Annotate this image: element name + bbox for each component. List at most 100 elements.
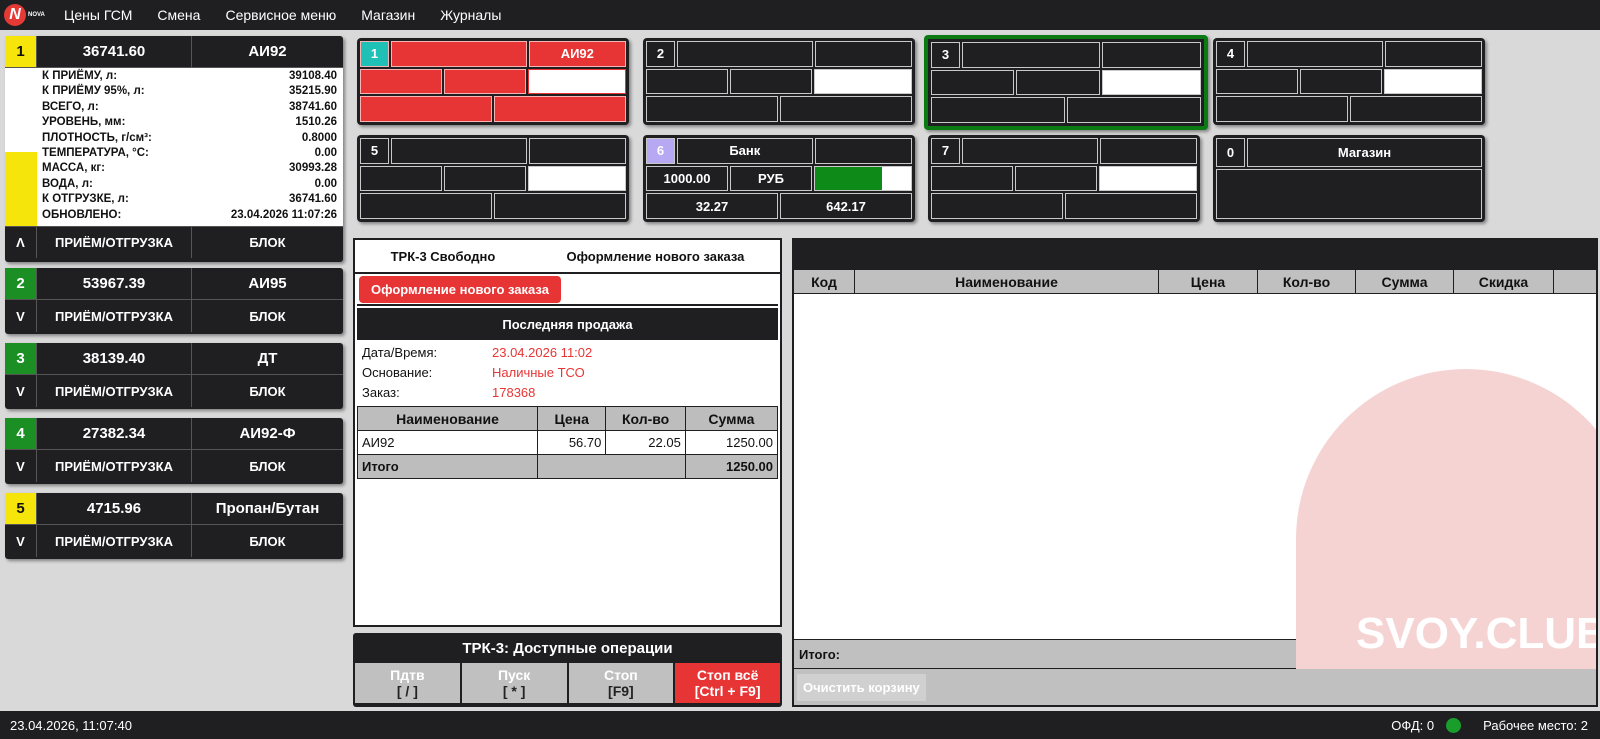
tank-number: 3 xyxy=(5,343,37,374)
pump-4[interactable]: 4 xyxy=(1213,38,1485,125)
menu-journals[interactable]: Журналы xyxy=(440,7,501,23)
clear-cart-button[interactable]: Очистить корзину xyxy=(797,673,926,701)
tank-volume: 53967.39 xyxy=(37,268,192,299)
expand-toggle[interactable]: V xyxy=(5,300,37,332)
param-value: 23.04.2026 11:07:26 xyxy=(230,208,337,221)
cart-panel: Код Наименование Цена Кол-во Сумма Скидк… xyxy=(792,238,1598,707)
menu-service[interactable]: Сервисное меню xyxy=(225,7,336,23)
tank-volume: 4715.96 xyxy=(37,493,192,524)
block-button[interactable]: БЛОК xyxy=(192,375,343,407)
pump-cell xyxy=(780,96,912,122)
param-label: МАССА, кг: xyxy=(42,162,105,175)
stop-all-button[interactable]: Стоп всё [Ctrl + F9] xyxy=(675,663,780,703)
pump-6-bank[interactable]: 6 Банк 1000.00 РУБ 32.27 642.17 xyxy=(643,135,915,222)
tank-volume: 36741.60 xyxy=(37,36,192,67)
pump-cell xyxy=(391,41,527,67)
receive-ship-button[interactable]: ПРИЁМ/ОТГРУЗКА xyxy=(37,227,192,258)
col-qty: Кол-во xyxy=(1258,270,1356,293)
pump-cell xyxy=(730,68,812,95)
value: Наличные ТСО xyxy=(492,364,585,380)
stop-button[interactable]: Стоп [F9] xyxy=(568,663,674,703)
tank-fuel: Пропан/Бутан xyxy=(215,500,320,517)
order-mode: Оформление нового заказа xyxy=(566,248,745,264)
expand-toggle[interactable]: V xyxy=(5,375,37,407)
pump-number: 7 xyxy=(931,138,960,164)
op-key: [F9] xyxy=(608,683,634,699)
param-value: 1510.26 xyxy=(295,116,337,129)
cart-items-area[interactable]: SVOY.CLUB xyxy=(794,294,1596,669)
pump-progress xyxy=(814,68,912,95)
pump-2[interactable]: 2 xyxy=(643,38,915,125)
pump-7[interactable]: 7 xyxy=(928,135,1200,222)
tank-number: 1 xyxy=(5,36,37,67)
receive-ship-button[interactable]: ПРИЁМ/ОТГРУЗКА xyxy=(37,450,192,482)
sale-info: Дата/Время: 23.04.2026 11:02 Основание: … xyxy=(355,340,780,402)
tank-param: ВОДА, л: 0.00 xyxy=(42,177,337,192)
pump-cell xyxy=(1216,169,1482,219)
col-sum: Сумма xyxy=(684,406,779,431)
pump-1[interactable]: 1 АИ92 xyxy=(357,38,629,125)
confirm-button[interactable]: Пдтв [ / ] xyxy=(355,663,460,703)
pump-cell xyxy=(962,42,1100,68)
pump-status: ТРК-3 Свободно xyxy=(390,248,496,264)
tank-details: К ПРИЁМУ, л: 39108.40 К ПРИЁМУ 95%, л: 3521… xyxy=(5,68,343,226)
cell-sum: 1250.00 xyxy=(684,430,779,455)
pump-cell xyxy=(360,68,442,95)
tank-fuel: АИ95 xyxy=(248,275,287,292)
sale-order-number: Заказ: 178368 xyxy=(355,382,780,402)
start-button[interactable]: Пуск [ * ] xyxy=(461,663,567,703)
tank-panel-2: 2 53967.39 АИ95 V ПРИЁМ/ОТГРУЗКА БЛОК xyxy=(5,268,343,334)
receive-ship-button[interactable]: ПРИЁМ/ОТГРУЗКА xyxy=(37,300,192,332)
total-label: Итого xyxy=(357,454,538,479)
block-button[interactable]: БЛОК xyxy=(192,450,343,482)
new-order-button[interactable]: Оформление нового заказа xyxy=(359,275,561,303)
pump-cell xyxy=(1065,193,1197,219)
block-button[interactable]: БЛОК xyxy=(192,227,343,258)
menu-shift[interactable]: Смена xyxy=(157,7,200,23)
pump-cell xyxy=(494,193,626,219)
pump-progress xyxy=(528,68,626,95)
receive-ship-button[interactable]: ПРИЁМ/ОТГРУЗКА xyxy=(37,525,192,557)
pump-cell xyxy=(360,193,492,219)
pump-value-b: 642.17 xyxy=(780,193,912,219)
block-button[interactable]: БЛОК xyxy=(192,525,343,557)
op-label: Стоп всё xyxy=(696,667,759,683)
menu-shop[interactable]: Магазин xyxy=(361,7,415,23)
pump-3-selected[interactable]: 3 xyxy=(924,35,1208,130)
tank-param: УРОВЕНЬ, мм: 1510.26 xyxy=(42,115,337,130)
pump-cell xyxy=(391,138,527,164)
watermark-logo: SVOY.CLUB xyxy=(1296,369,1596,669)
tank-level-fill xyxy=(5,151,37,226)
empty-cell xyxy=(605,454,686,479)
tank-number: 2 xyxy=(5,268,37,299)
tank-panel-5: 5 4715.96 Пропан/Бутан V ПРИЁМ/ОТГРУЗКА … xyxy=(5,493,343,559)
pump-cell xyxy=(1247,41,1383,67)
col-name: Наименование xyxy=(357,406,538,431)
op-key: [Ctrl + F9] xyxy=(694,683,761,699)
last-sale-table: Наименование Цена Кол-во Сумма АИ92 56.7… xyxy=(357,406,779,479)
receive-ship-button[interactable]: ПРИЁМ/ОТГРУЗКА xyxy=(37,375,192,407)
status-datetime: 23.04.2026, 11:07:40 xyxy=(10,717,132,733)
menu-fuel-prices[interactable]: Цены ГСМ xyxy=(64,7,132,23)
pump-value-a: 32.27 xyxy=(646,193,778,219)
pump-5[interactable]: 5 xyxy=(357,135,629,222)
label: Заказ: xyxy=(362,384,400,400)
tank-fuel: АИ92 xyxy=(248,43,287,60)
param-value: 30993.28 xyxy=(289,162,337,175)
op-label: Стоп xyxy=(603,667,638,683)
expand-toggle[interactable]: V xyxy=(5,525,37,557)
tank-fuel: ДТ xyxy=(257,350,278,367)
param-value: 39108.40 xyxy=(289,70,337,82)
operations-panel: ТРК-3: Доступные операции Пдтв [ / ] Пус… xyxy=(353,633,782,707)
pump-cell xyxy=(931,97,1065,123)
tank-param: ТЕМПЕРАТУРА, °С: 0.00 xyxy=(42,146,337,161)
expand-toggle[interactable]: V xyxy=(5,450,37,482)
pump-0-shop[interactable]: 0 Магазин xyxy=(1213,135,1485,222)
pump-progress xyxy=(814,165,912,192)
block-button[interactable]: БЛОК xyxy=(192,300,343,332)
param-value: 38741.60 xyxy=(289,100,337,113)
collapse-toggle[interactable]: Λ xyxy=(5,227,37,258)
value: 23.04.2026 11:02 xyxy=(492,344,593,360)
tank-level-gauge xyxy=(5,68,37,226)
tank-param: МАССА, кг: 30993.28 xyxy=(42,161,337,176)
